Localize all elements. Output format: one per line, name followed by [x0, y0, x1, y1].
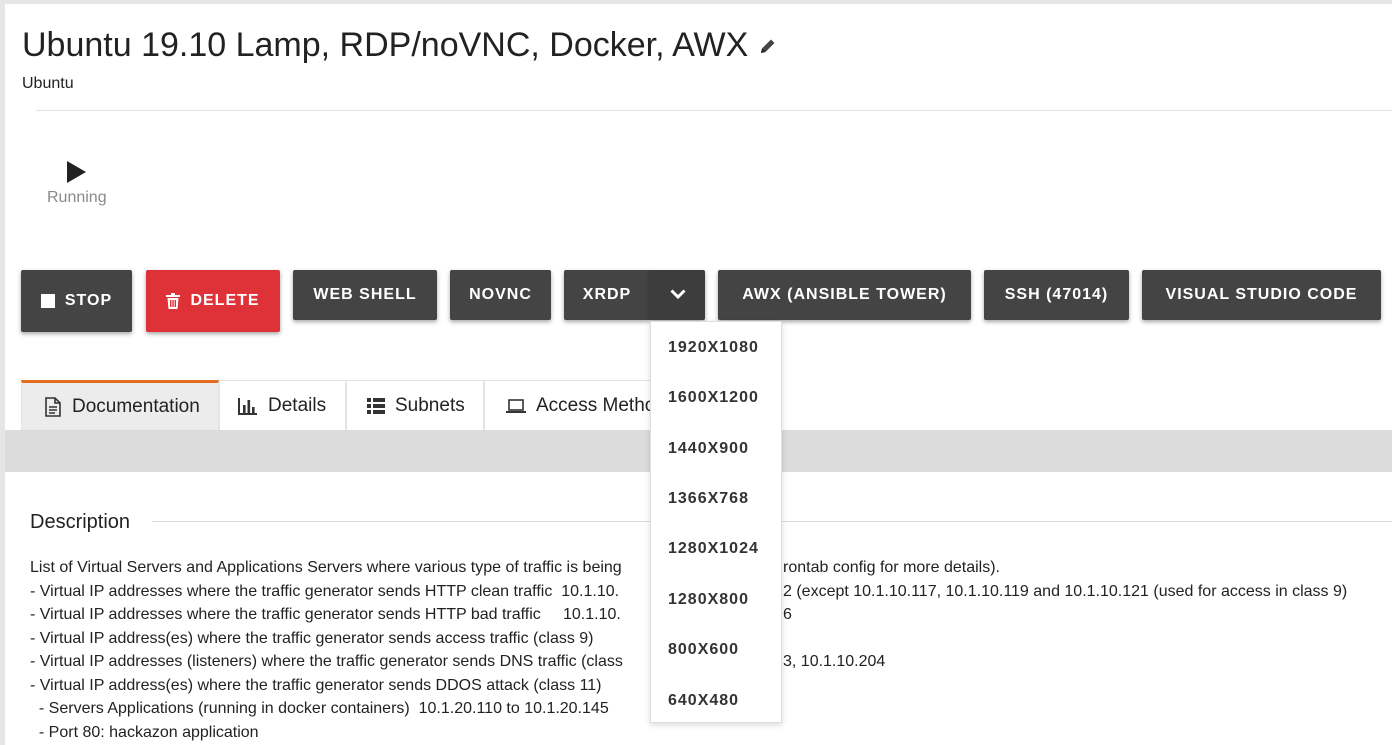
resolution-option[interactable]: 1366X768 [668, 490, 749, 508]
vscode-button[interactable]: VISUAL STUDIO CODE [1142, 270, 1381, 320]
tab-subnets-label: Subnets [395, 394, 465, 416]
description-line: - Port 80: hackazon application [30, 723, 259, 741]
stop-button[interactable]: STOP [21, 270, 132, 332]
trash-icon [166, 293, 181, 309]
status-label: Running [47, 189, 107, 206]
stop-button-label: STOP [64, 292, 113, 309]
description-line-tail: 3, 10.1.10.204 [783, 653, 886, 670]
description-body: List of Virtual Servers and Applications… [30, 556, 623, 744]
window-left-border [0, 0, 5, 745]
description-line-tail: 2 (except 10.1.10.117, 10.1.10.119 and 1… [783, 582, 1348, 600]
tab-subnets[interactable]: Subnets [346, 380, 484, 430]
resolution-option[interactable]: 1280X1024 [668, 540, 759, 558]
laptop-icon [506, 398, 526, 414]
xrdp-resolution-menu: 1920X1080 1600X1200 1440X900 1366X768 12… [650, 321, 782, 723]
awx-button[interactable]: AWX (ANSIBLE TOWER) [718, 270, 971, 320]
description-line: - Virtual IP address(es) where the traff… [30, 676, 602, 694]
resolution-option[interactable]: 1280X800 [668, 591, 749, 609]
tab-documentation[interactable]: Documentation [21, 380, 219, 430]
ssh-button[interactable]: SSH (47014) [984, 270, 1129, 320]
resolution-option[interactable]: 640X480 [668, 692, 739, 710]
delete-button-label: DELETE [190, 292, 260, 309]
chevron-down-icon [669, 286, 686, 304]
description-tails: rontab config for more details). 2 (exce… [783, 556, 1347, 674]
description-line: - Virtual IP address(es) where the traff… [30, 629, 594, 647]
description-line: - Virtual IP addresses where the traffic… [30, 582, 620, 600]
description-line: - Virtual IP addresses (listeners) where… [30, 653, 623, 670]
pencil-icon[interactable] [758, 36, 778, 56]
description-line: - Servers Applications (running in docke… [30, 700, 609, 717]
document-icon [44, 396, 62, 417]
delete-button[interactable]: DELETE [146, 270, 280, 332]
resolution-option[interactable]: 1440X900 [668, 440, 749, 458]
window-top-border [0, 0, 1392, 4]
resolution-option[interactable]: 800X600 [668, 641, 739, 659]
description-heading: Description [30, 511, 131, 533]
tab-details-label: Details [268, 394, 327, 416]
bar-chart-icon [238, 397, 258, 415]
description-line: List of Virtual Servers and Applications… [30, 559, 622, 576]
description-line: - Virtual IP addresses where the traffic… [30, 606, 621, 623]
novnc-button[interactable]: NOVNC [450, 270, 551, 320]
description-line-tail: rontab config for more details). [783, 559, 1000, 576]
description-line-tail: 6 [783, 606, 792, 623]
header-divider [36, 110, 1392, 111]
list-icon [367, 397, 385, 414]
page-title: Ubuntu 19.10 Lamp, RDP/noVNC, Docker, AW… [22, 26, 749, 64]
stop-icon [40, 294, 55, 308]
page-subtitle: Ubuntu [22, 75, 74, 92]
play-icon [64, 160, 88, 184]
tab-access-label: Access Metho [536, 394, 656, 416]
resolution-option[interactable]: 1600X1200 [668, 389, 759, 407]
xrdp-button[interactable]: XRDP [564, 270, 650, 320]
resolution-option[interactable]: 1920X1080 [668, 339, 759, 357]
xrdp-dropdown-toggle[interactable] [650, 270, 705, 320]
tab-documentation-label: Documentation [72, 395, 200, 417]
tab-details[interactable]: Details [219, 380, 346, 430]
web-shell-button[interactable]: WEB SHELL [293, 270, 437, 320]
description-line-tail [783, 627, 1347, 651]
